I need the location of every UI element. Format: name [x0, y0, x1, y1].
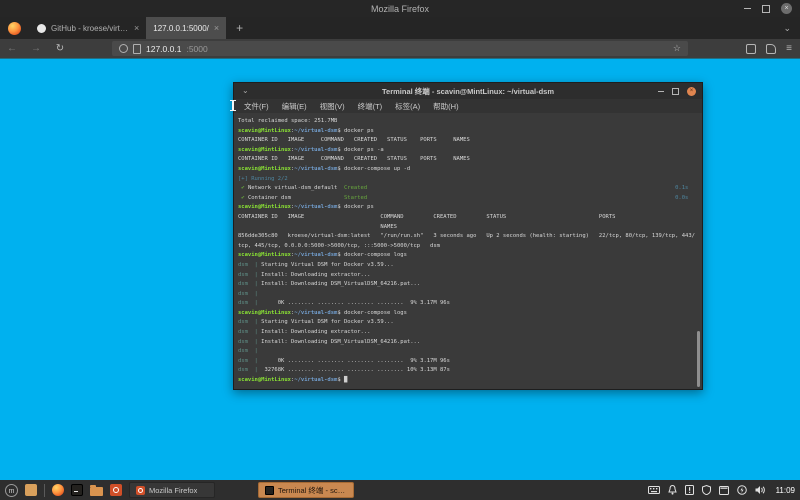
tab-label: GitHub - kroese/virtual-dsm: [51, 23, 129, 33]
terminal-scrollbar[interactable]: [697, 331, 700, 387]
url-bar[interactable]: 127.0.0.1 :5000 ☆: [112, 41, 688, 56]
system-tray: 11:09: [647, 485, 795, 495]
tab-close-icon[interactable]: ×: [134, 23, 139, 33]
files-launcher-icon[interactable]: [90, 484, 103, 496]
menu-edit[interactable]: 编辑(E): [282, 101, 307, 112]
taskbar-window-terminal[interactable]: Terminal 终端 - scavin@Mi...: [258, 482, 354, 498]
tracking-shield-icon[interactable]: [119, 44, 128, 53]
terminal-output[interactable]: Total reclaimed space: 251.7MB scavin@Min…: [234, 113, 702, 389]
terminal-titlebar[interactable]: ⌄ Terminal 终端 - scavin@MintLinux: ~/virt…: [234, 83, 702, 99]
menu-help[interactable]: 帮助(H): [433, 101, 458, 112]
update-manager-icon[interactable]: [684, 485, 694, 495]
power-update-icon[interactable]: [736, 485, 747, 495]
firefox-navbar: ← → ↻ 127.0.0.1 :5000 ☆ ≡: [0, 39, 800, 59]
taskbar: m Mozilla Firefox Terminal 终端 - scavin@M…: [0, 480, 800, 500]
firefox-logo-icon: [8, 21, 21, 35]
firefox-window-icon: [136, 485, 145, 495]
reload-icon[interactable]: ↻: [48, 43, 72, 54]
volume-icon[interactable]: [755, 485, 766, 495]
text-cursor-icon: [230, 100, 236, 111]
mint-menu-icon[interactable]: m: [5, 483, 18, 497]
notifications-bell-icon[interactable]: [667, 485, 677, 495]
maximize-icon[interactable]: [672, 87, 679, 95]
tab-github[interactable]: GitHub - kroese/virtual-dsm ×: [30, 17, 146, 39]
close-icon[interactable]: ×: [687, 86, 696, 96]
app-menu-hamburger-icon[interactable]: ≡: [786, 43, 792, 54]
url-host: 127.0.0.1: [146, 43, 182, 54]
bookmark-star-icon[interactable]: ☆: [673, 43, 681, 54]
menu-view[interactable]: 视图(V): [320, 101, 345, 112]
menu-tabs[interactable]: 标签(A): [395, 101, 420, 112]
page-info-icon[interactable]: [133, 43, 141, 54]
maximize-icon[interactable]: [762, 4, 770, 13]
extension-badge-icon[interactable]: [746, 43, 757, 54]
chevron-down-icon[interactable]: ⌄: [242, 86, 249, 95]
window-button-label: Mozilla Firefox: [149, 485, 198, 495]
back-icon[interactable]: ←: [0, 43, 24, 54]
firewall-shield-icon[interactable]: [701, 485, 711, 495]
terminal-title: Terminal 终端 - scavin@MintLinux: ~/virtua…: [382, 86, 554, 96]
firefox-titlebar: Mozilla Firefox ×: [0, 0, 800, 17]
forward-icon[interactable]: →: [24, 43, 48, 54]
menu-terminal[interactable]: 终端(T): [358, 101, 383, 112]
clock[interactable]: 11:09: [776, 486, 795, 495]
desktop-screen: Mozilla Firefox × GitHub - kroese/virtua…: [0, 0, 800, 500]
window-button-label: Terminal 终端 - scavin@Mi...: [278, 485, 347, 495]
minimize-icon[interactable]: [744, 8, 751, 9]
keyboard-icon[interactable]: [647, 486, 660, 494]
close-icon[interactable]: ×: [781, 3, 792, 14]
minimize-icon[interactable]: [658, 90, 664, 92]
firefox-launcher-icon[interactable]: [52, 484, 64, 496]
github-favicon-icon: [37, 23, 46, 33]
extensions-puzzle-icon[interactable]: [766, 43, 777, 54]
tab-list-chevron-icon[interactable]: ⌄: [783, 23, 791, 34]
firefox-tabbar: GitHub - kroese/virtual-dsm × 127.0.0.1:…: [0, 17, 800, 39]
tab-close-icon[interactable]: ×: [214, 23, 219, 33]
terminal-window-controls: ×: [658, 83, 696, 99]
tab-localhost[interactable]: 127.0.0.1:5000/ ×: [146, 17, 227, 39]
tab-label: 127.0.0.1:5000/: [153, 23, 209, 33]
menu-file[interactable]: 文件(F): [244, 101, 269, 112]
url-port: :5000: [186, 43, 208, 54]
terminal-launcher-icon[interactable]: [71, 484, 83, 496]
show-desktop-icon[interactable]: [25, 484, 37, 496]
taskbar-divider: [44, 483, 45, 497]
workspace-window-icon[interactable]: [718, 485, 729, 495]
firefox-window-controls: ×: [744, 0, 792, 17]
terminal-window[interactable]: ⌄ Terminal 终端 - scavin@MintLinux: ~/virt…: [230, 82, 703, 390]
new-tab-button[interactable]: +: [236, 21, 243, 35]
terminal-menubar: 文件(F) 编辑(E) 视图(V) 终端(T) 标签(A) 帮助(H): [230, 99, 702, 113]
navbar-right-icons: ≡: [746, 39, 792, 58]
software-launcher-icon[interactable]: [110, 484, 122, 496]
taskbar-window-firefox[interactable]: Mozilla Firefox: [129, 482, 215, 498]
firefox-window-title: Mozilla Firefox: [370, 3, 429, 14]
terminal-window-icon: [265, 485, 274, 495]
